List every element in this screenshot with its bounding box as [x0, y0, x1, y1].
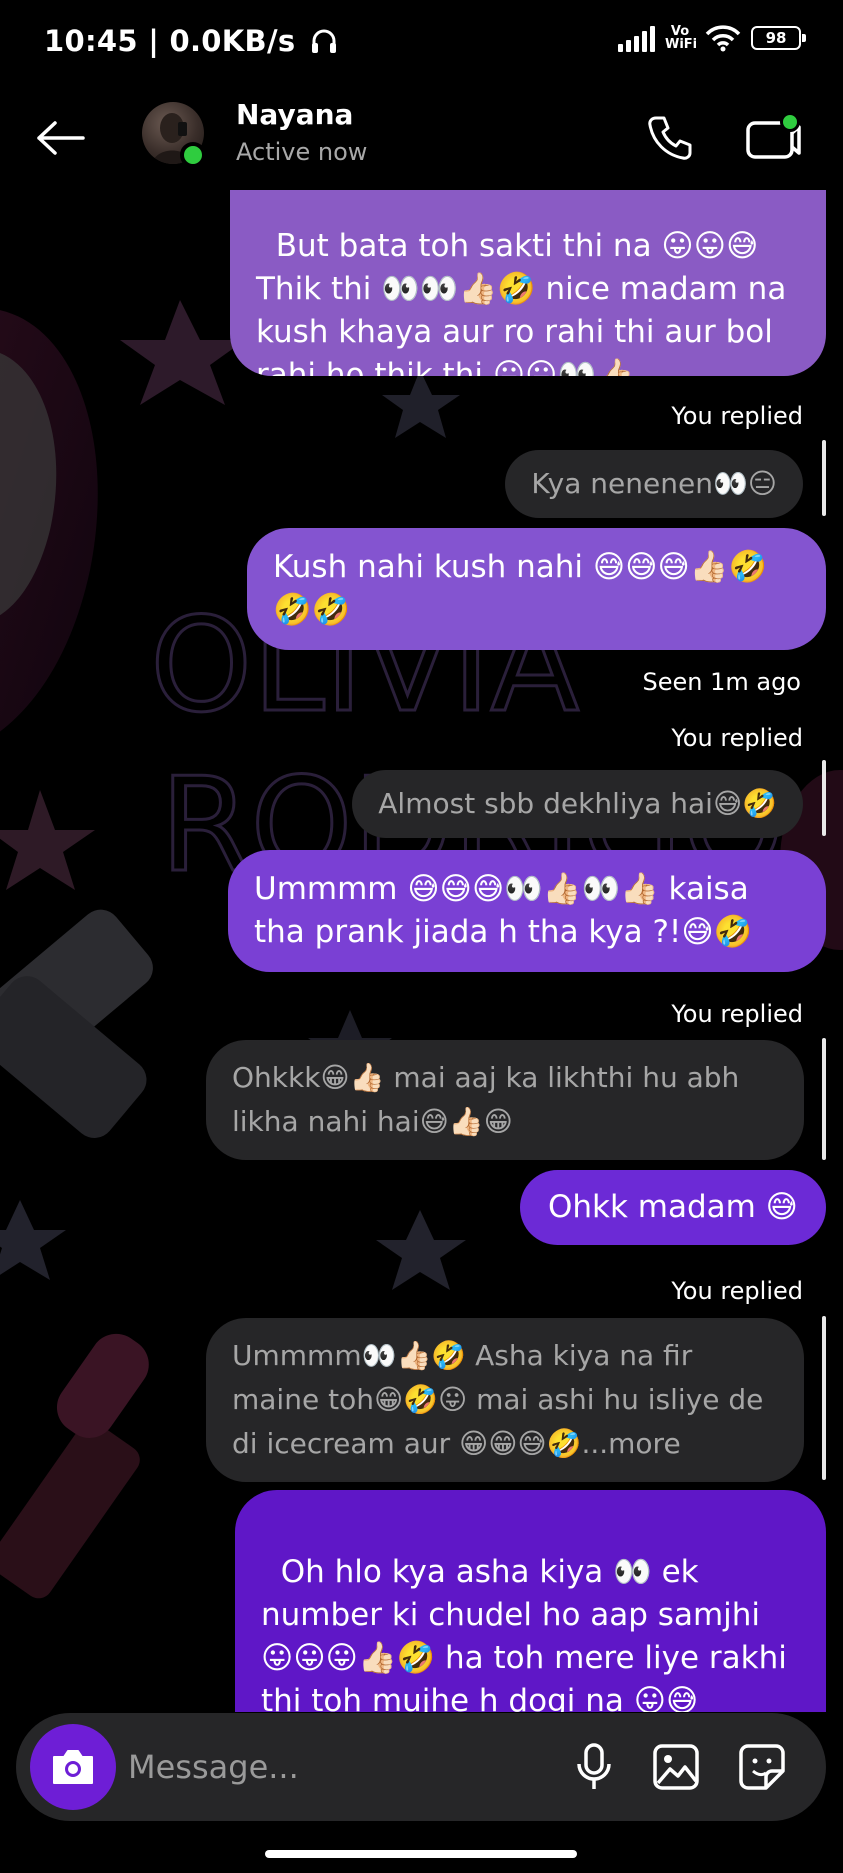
online-status-dot — [180, 142, 206, 168]
sent-message[interactable]: Oh hlo kya asha kiya 👀 ek number ki chud… — [235, 1490, 826, 1712]
sticker-button[interactable] — [732, 1737, 792, 1797]
gallery-icon — [653, 1744, 699, 1790]
message-composer — [16, 1713, 826, 1821]
gallery-button[interactable] — [646, 1737, 706, 1797]
reply-quote[interactable]: Ummmm👀👍🏻🤣 Asha kiya na fir maine toh😁🤣😛 … — [206, 1318, 804, 1482]
quote-text: Ummmm👀👍🏻🤣 Asha kiya na fir maine toh😁🤣😛 … — [232, 1339, 764, 1460]
battery-indicator: 98 — [751, 26, 806, 50]
video-notification-dot — [780, 112, 800, 132]
quote-text: Ohkkk😁👍🏻 mai aaj ka likhthi hu abh likha… — [232, 1061, 740, 1138]
reply-quote[interactable]: Kya nenenen👀😑 — [505, 450, 803, 518]
microphone-button[interactable] — [564, 1737, 624, 1797]
you-replied-label: You replied — [671, 724, 803, 752]
phone-icon — [648, 116, 692, 160]
camera-button[interactable] — [30, 1724, 116, 1810]
quote-text: Almost sbb dekhliya hai😅🤣 — [378, 787, 777, 820]
back-arrow-icon — [37, 121, 85, 155]
reply-line — [822, 760, 826, 836]
message-text: But bata toh sakti thi na 😛😛😅 Thik thi 👀… — [256, 228, 787, 376]
message-text: Ummmm 😅😅😅👀👍🏻👀👍🏻 kaisa tha prank jiada h … — [254, 871, 753, 950]
video-call-button[interactable] — [740, 108, 806, 168]
reply-quote[interactable]: Almost sbb dekhliya hai😅🤣 — [352, 770, 803, 838]
reply-line — [822, 440, 826, 516]
contact-name[interactable]: Nayana — [236, 98, 353, 131]
message-input[interactable] — [128, 1737, 548, 1797]
back-button[interactable] — [32, 110, 88, 166]
audio-call-button[interactable] — [640, 108, 700, 168]
you-replied-label: You replied — [671, 1000, 803, 1028]
chat-header: Nayana Active now — [0, 90, 843, 190]
microphone-icon — [577, 1743, 611, 1789]
wifi-icon — [705, 25, 741, 52]
status-bar: 10:45 | 0.0KB/s Vo WiFi 98 — [0, 0, 843, 90]
sent-message[interactable]: Ummmm 😅😅😅👀👍🏻👀👍🏻 kaisa tha prank jiada h … — [228, 850, 826, 972]
signal-icon — [618, 24, 655, 52]
message-text: Oh hlo kya asha kiya 👀 ek number ki chud… — [261, 1554, 787, 1712]
you-replied-label: You replied — [671, 402, 803, 430]
home-indicator[interactable] — [265, 1850, 577, 1858]
headphone-icon — [311, 29, 336, 53]
reply-line — [822, 1038, 826, 1160]
camera-icon — [53, 1750, 93, 1784]
sent-message[interactable]: But bata toh sakti thi na 😛😛😅 Thik thi 👀… — [230, 168, 826, 376]
status-time: 10:45 | 0.0KB/s — [44, 24, 338, 58]
seen-status: Seen 1m ago — [642, 668, 801, 696]
message-text: Ohkk madam 😅 — [547, 1189, 798, 1225]
sent-message[interactable]: Ohkk madam 😅 — [519, 1170, 826, 1245]
vowifi-label: Vo WiFi — [665, 24, 698, 52]
status-icons: Vo WiFi 98 — [618, 24, 806, 52]
contact-status: Active now — [236, 138, 368, 166]
message-text: Kush nahi kush nahi 😅😅😅👍🏻🤣🤣🤣 — [273, 549, 768, 628]
quote-text: Kya nenenen👀😑 — [531, 467, 777, 500]
you-replied-label: You replied — [671, 1277, 803, 1305]
reply-line — [822, 1316, 826, 1480]
reply-quote[interactable]: Ohkkk😁👍🏻 mai aaj ka likhthi hu abh likha… — [206, 1040, 804, 1160]
sent-message[interactable]: Kush nahi kush nahi 😅😅😅👍🏻🤣🤣🤣 — [247, 528, 826, 650]
sticker-icon — [739, 1744, 785, 1790]
